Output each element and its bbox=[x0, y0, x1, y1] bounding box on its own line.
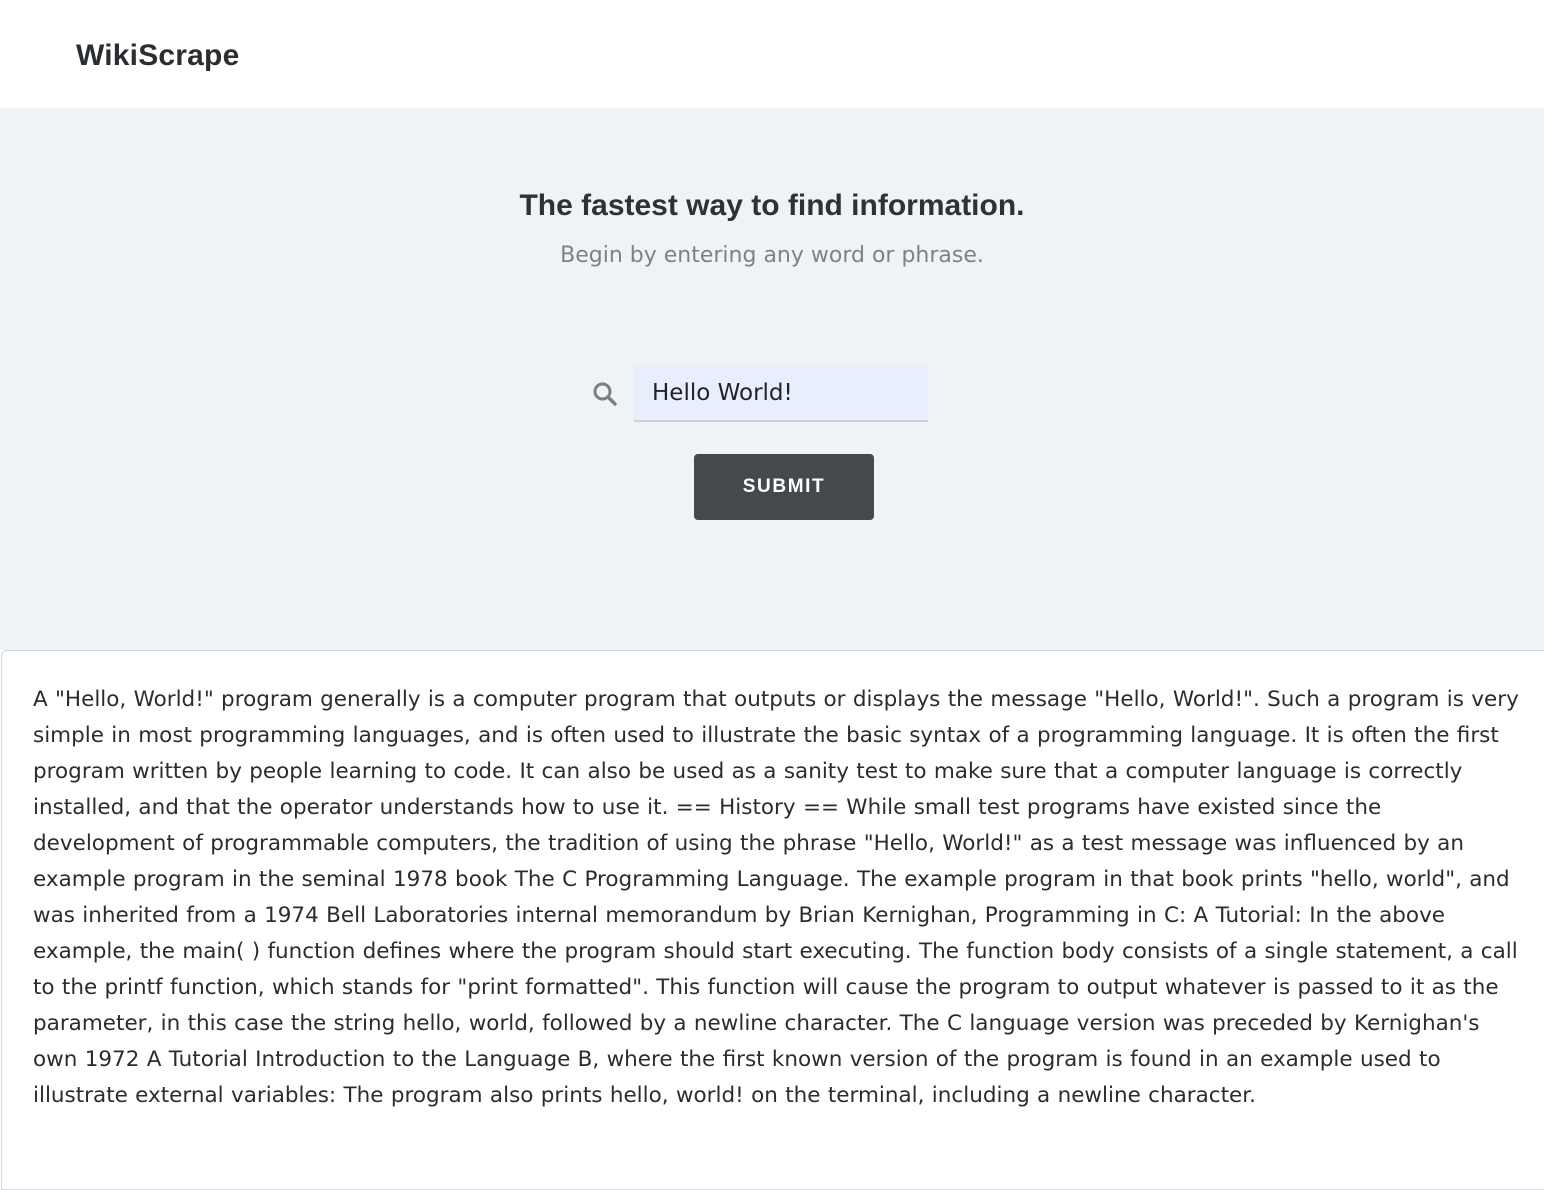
hero-headline: The fastest way to find information. bbox=[519, 189, 1025, 222]
submit-button[interactable]: SUBMIT bbox=[694, 454, 874, 520]
brand-logo[interactable]: WikiScrape bbox=[76, 36, 239, 76]
search-icon bbox=[592, 381, 618, 407]
navbar: WikiScrape bbox=[0, 0, 1544, 108]
result-text: A "Hello, World!" program generally is a… bbox=[33, 687, 1519, 1108]
result-card: A "Hello, World!" program generally is a… bbox=[1, 650, 1544, 1190]
hero-subhead: Begin by entering any word or phrase. bbox=[560, 243, 984, 268]
search-input[interactable] bbox=[634, 366, 928, 422]
hero-section: The fastest way to find information. Beg… bbox=[0, 108, 1544, 650]
